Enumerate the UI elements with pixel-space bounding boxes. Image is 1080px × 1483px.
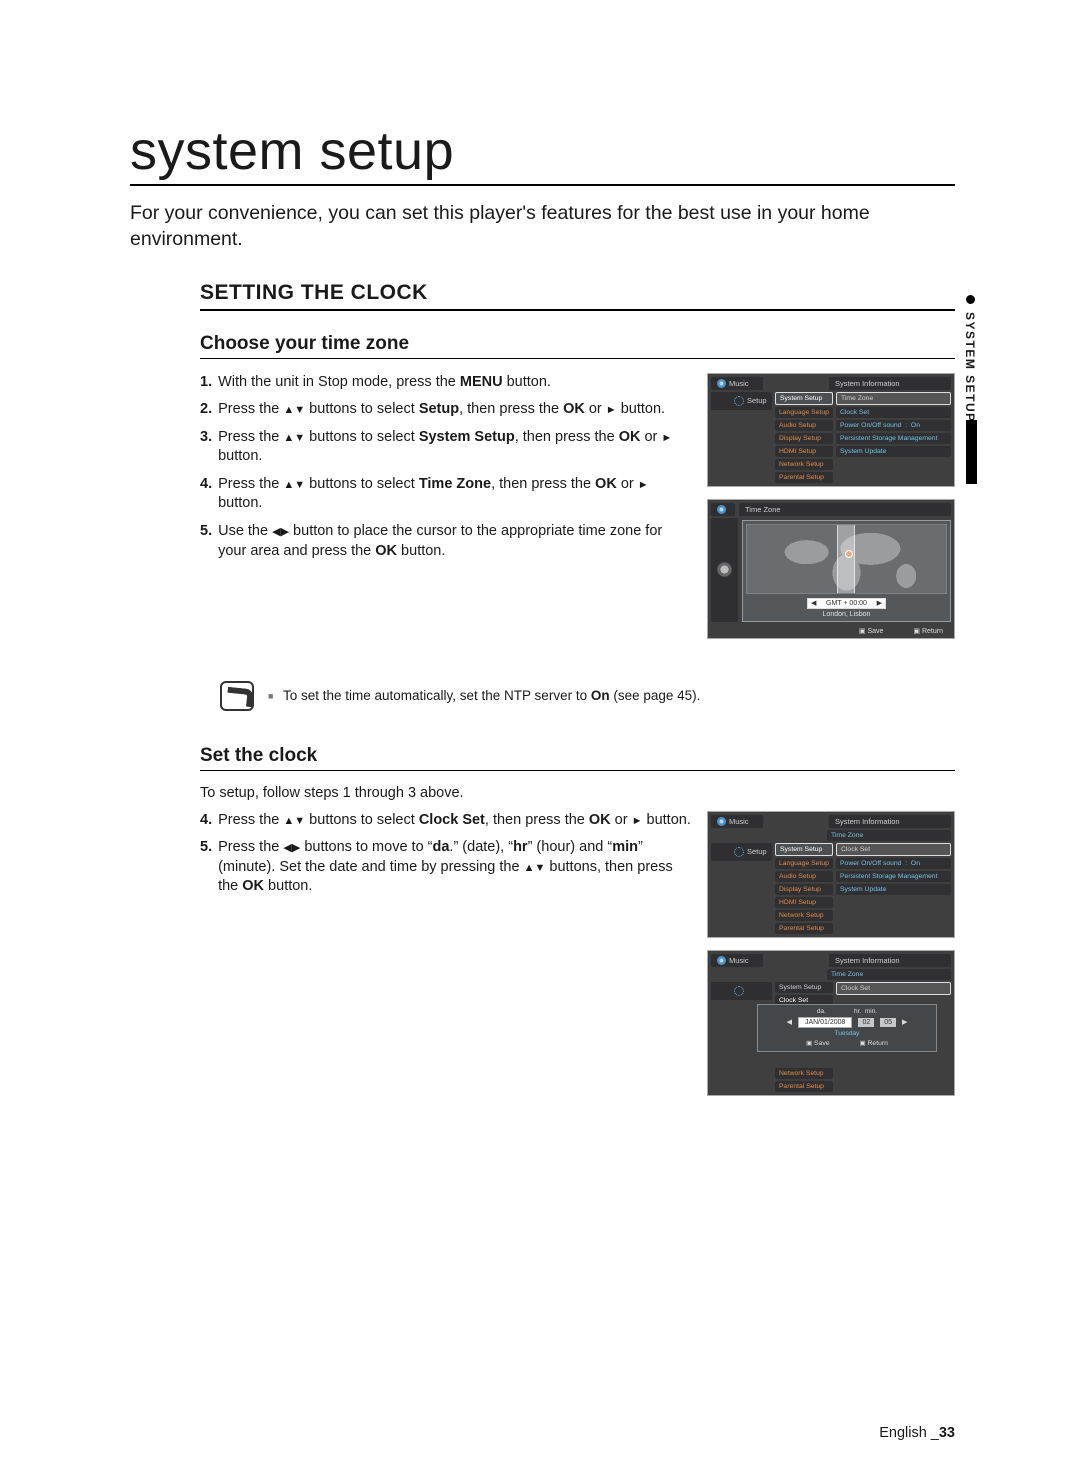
up-icon <box>283 812 294 828</box>
step-text: Press the buttons to select System Setup… <box>218 428 691 467</box>
music-icon <box>717 956 726 965</box>
down-icon <box>294 401 305 417</box>
down-icon <box>294 476 305 492</box>
music-icon <box>717 505 726 514</box>
map-pin-icon <box>845 550 853 558</box>
step-text: Press the buttons to select Clock Set, t… <box>218 811 691 831</box>
left-icon <box>283 839 291 855</box>
right-icon <box>661 429 672 445</box>
return-label: Return <box>913 627 943 635</box>
section-heading: SETTING THE CLOCK <box>200 281 955 311</box>
steps-clock: 4. Press the buttons to select Clock Set… <box>200 811 691 897</box>
world-map <box>746 524 947 594</box>
save-label: Save <box>806 1039 829 1047</box>
music-icon <box>717 817 726 826</box>
screenshot-timezone-map: Time Zone GMT + 00:00 London, Lisbon Sav… <box>707 499 955 639</box>
save-label: Save <box>859 627 884 635</box>
gmt-value: GMT + 00:00 <box>807 598 886 609</box>
step-num: 1. <box>200 373 212 393</box>
steps-timezone: 1. With the unit in Stop mode, press the… <box>200 373 691 562</box>
page-title: system setup <box>130 120 955 186</box>
bullet-icon <box>268 691 273 701</box>
gear-icon <box>734 847 744 857</box>
date-value: JAN/01/2008 <box>798 1017 852 1028</box>
up-icon <box>283 476 294 492</box>
right-icon <box>632 812 643 828</box>
step-num: 4. <box>200 811 212 831</box>
left-icon <box>272 523 280 539</box>
note-row: To set the time automatically, set the N… <box>220 681 955 711</box>
return-label: Return <box>860 1039 888 1047</box>
screenshot-clockset-popup: Music System Information Time Zone Syste… <box>707 950 955 1096</box>
side-tab: SYSTEM SETUP <box>963 295 977 423</box>
step-text: Press the buttons to select Setup, then … <box>218 400 665 420</box>
page-footer: English _33 <box>879 1425 955 1441</box>
right-icon <box>606 401 617 417</box>
step-num: 4. <box>200 475 212 514</box>
side-tab-mark <box>966 420 977 484</box>
down-icon <box>294 429 305 445</box>
subsection-timezone: Choose your time zone <box>200 333 955 359</box>
step-text: With the unit in Stop mode, press the ME… <box>218 373 551 393</box>
intro-text: For your convenience, you can set this p… <box>130 200 955 253</box>
down-icon <box>534 859 545 875</box>
hour-value: 02 <box>858 1018 874 1027</box>
city-label: London, Lisbon <box>746 611 947 618</box>
day-value: Tuesday <box>835 1030 860 1037</box>
side-tab-dot <box>966 295 975 304</box>
gear-icon <box>734 396 744 406</box>
right-icon <box>281 523 289 539</box>
step-num: 2. <box>200 400 212 420</box>
screenshot-clockset-menu: Music System Information Time Zone Setup… <box>707 811 955 938</box>
music-icon <box>717 379 726 388</box>
down-icon <box>294 812 305 828</box>
step-num: 3. <box>200 428 212 467</box>
up-icon <box>524 859 535 875</box>
gear-icon <box>734 986 744 996</box>
step-text: Press the buttons to move to “da.” (date… <box>218 838 691 897</box>
min-value: 05 <box>880 1018 896 1027</box>
step-text: Press the buttons to select Time Zone, t… <box>218 475 691 514</box>
note-icon <box>220 681 254 711</box>
subsection-clock: Set the clock <box>200 745 955 771</box>
side-tab-label: SYSTEM SETUP <box>963 312 977 423</box>
up-icon <box>283 429 294 445</box>
right-icon <box>638 476 649 492</box>
wheel-icon <box>717 562 732 577</box>
step-text: Use the button to place the cursor to th… <box>218 522 691 561</box>
screenshot-timezone-menu: Music System Information Setup System Se… <box>707 373 955 487</box>
up-icon <box>283 401 294 417</box>
step-num: 5. <box>200 522 212 561</box>
step-num: 5. <box>200 838 212 897</box>
lead-text: To setup, follow steps 1 through 3 above… <box>200 785 955 801</box>
